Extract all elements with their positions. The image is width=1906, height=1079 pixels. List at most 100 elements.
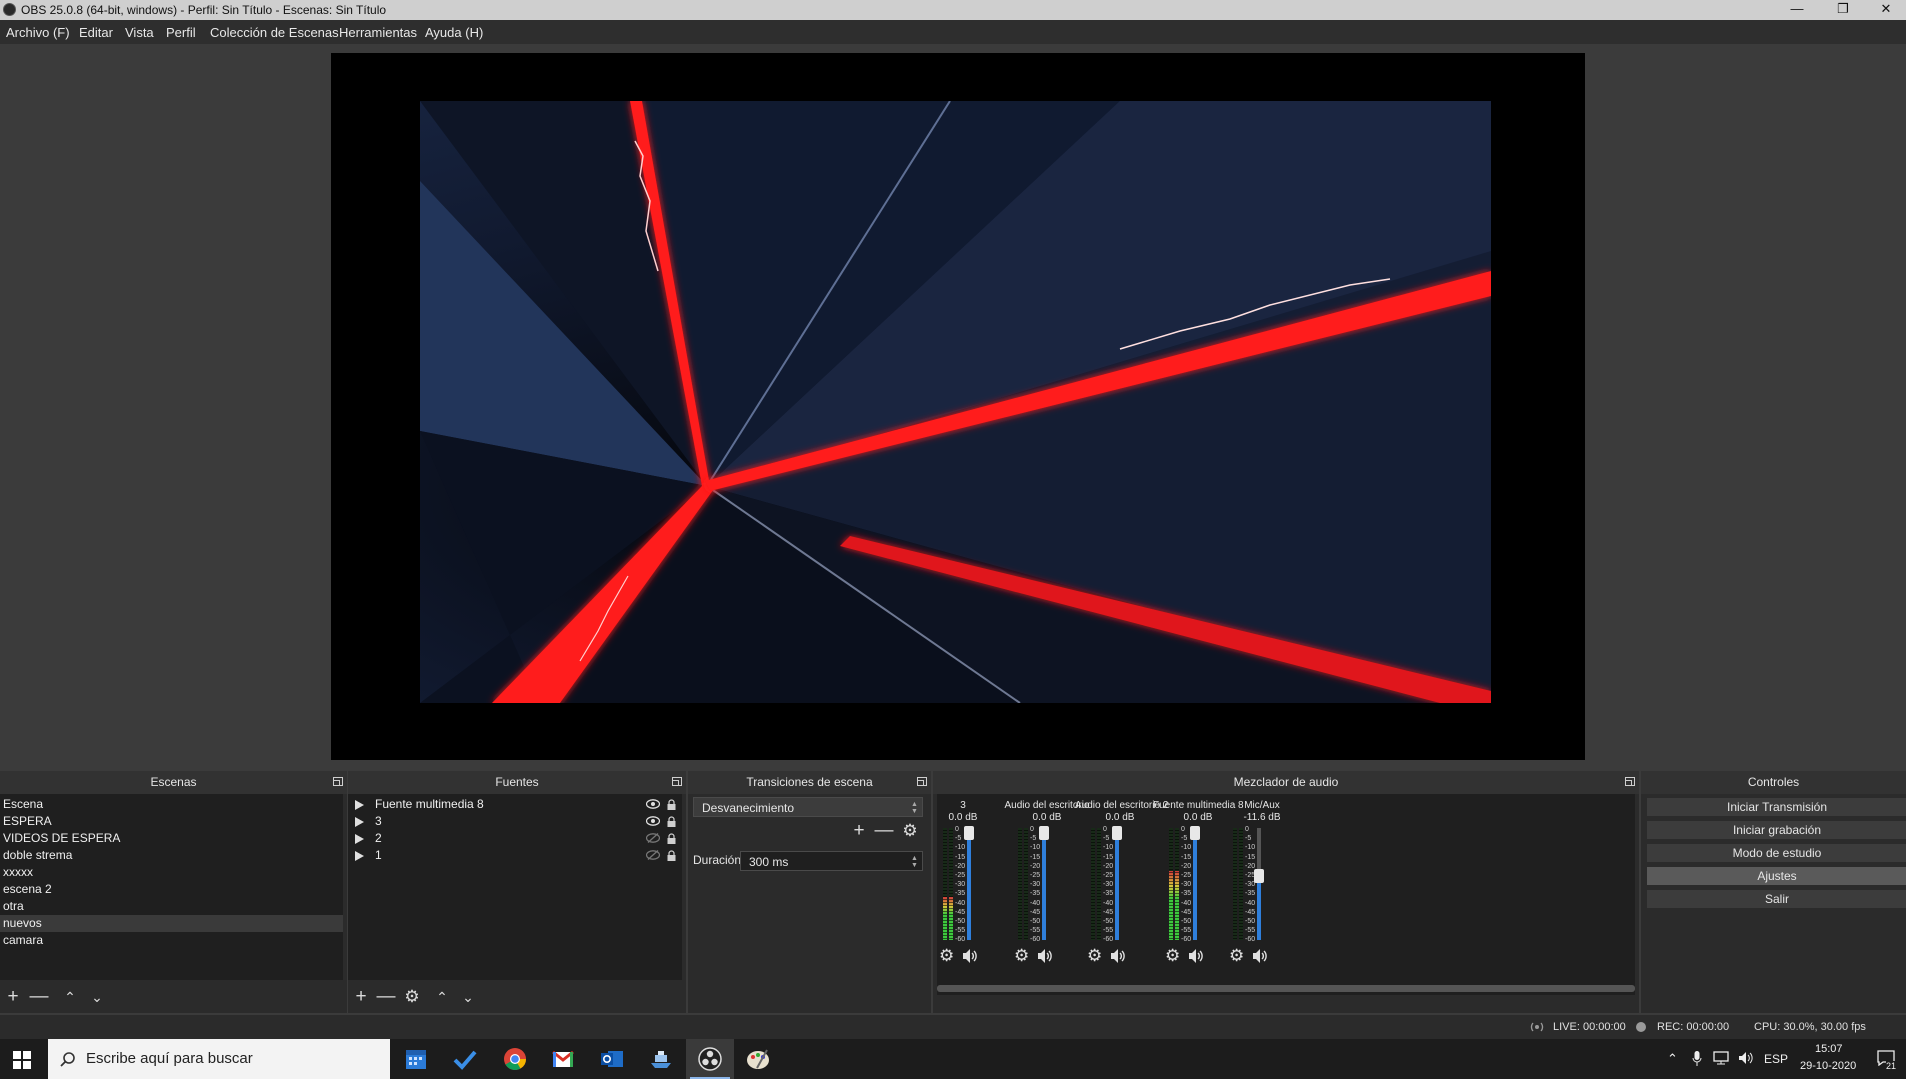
menu-ayuda[interactable]: Ayuda (H) bbox=[425, 25, 483, 40]
mixer-scrollbar[interactable] bbox=[937, 985, 1635, 992]
clock-time[interactable]: 15:07 bbox=[1815, 1043, 1843, 1055]
scene-item-selected[interactable]: nuevos bbox=[0, 915, 343, 932]
channel-gear-icon[interactable]: ⚙ bbox=[1165, 947, 1183, 965]
fader-handle[interactable] bbox=[964, 826, 974, 840]
volume-fader[interactable] bbox=[964, 826, 974, 940]
fader-handle[interactable] bbox=[1190, 826, 1200, 840]
play-icon[interactable] bbox=[355, 800, 364, 810]
play-icon[interactable] bbox=[355, 817, 364, 827]
exit-button[interactable]: Salir bbox=[1647, 890, 1906, 908]
lock-icon[interactable] bbox=[666, 799, 677, 810]
lock-icon[interactable] bbox=[666, 833, 677, 844]
move-source-up-button[interactable]: ⌃ bbox=[432, 987, 452, 1007]
move-source-down-button[interactable]: ⌄ bbox=[458, 987, 478, 1007]
transition-gear-icon[interactable]: ⚙ bbox=[900, 821, 920, 841]
source-item[interactable]: 2 bbox=[348, 830, 682, 847]
source-item[interactable]: 3 bbox=[348, 813, 682, 830]
obs-taskbar-active[interactable] bbox=[686, 1039, 734, 1079]
speaker-icon[interactable] bbox=[1187, 947, 1205, 965]
add-transition-button[interactable]: + bbox=[849, 821, 869, 841]
menu-vista[interactable]: Vista bbox=[125, 25, 154, 40]
scale-tick-label: -35 bbox=[1030, 890, 1041, 898]
remove-transition-button[interactable]: — bbox=[874, 821, 894, 841]
scene-item[interactable]: camara bbox=[0, 932, 343, 949]
fader-handle[interactable] bbox=[1254, 868, 1264, 883]
menu-coleccion-escenas[interactable]: Colección de Escenas bbox=[210, 25, 339, 40]
channel-gear-icon[interactable]: ⚙ bbox=[1014, 947, 1032, 965]
remove-scene-button[interactable]: — bbox=[29, 987, 49, 1007]
menu-herramientas[interactable]: Herramientas bbox=[339, 25, 417, 40]
volume-fader[interactable] bbox=[1112, 826, 1122, 940]
channel-gear-icon[interactable]: ⚙ bbox=[1229, 947, 1247, 965]
calendar-app-icon[interactable] bbox=[403, 1046, 429, 1072]
fader-handle[interactable] bbox=[1112, 826, 1122, 840]
eye-icon[interactable] bbox=[646, 816, 660, 826]
move-scene-up-button[interactable]: ⌃ bbox=[60, 987, 80, 1007]
fader-handle[interactable] bbox=[1039, 826, 1049, 840]
broadcast-icon bbox=[1530, 1022, 1544, 1032]
settings-button[interactable]: Ajustes bbox=[1647, 867, 1906, 885]
source-properties-gear-icon[interactable]: ⚙ bbox=[402, 987, 422, 1007]
undock-icon[interactable] bbox=[917, 777, 927, 786]
scene-item[interactable]: ESPERA bbox=[0, 813, 343, 830]
speaker-icon[interactable] bbox=[961, 947, 979, 965]
menu-perfil[interactable]: Perfil bbox=[166, 25, 196, 40]
play-icon[interactable] bbox=[355, 834, 364, 844]
scene-item[interactable]: Escena bbox=[0, 796, 343, 813]
clock-date[interactable]: 29-10-2020 bbox=[1800, 1060, 1856, 1072]
start-streaming-button[interactable]: Iniciar Transmisión bbox=[1647, 798, 1906, 816]
spinner-icon[interactable]: ▲ ▼ bbox=[910, 855, 919, 869]
undock-icon[interactable] bbox=[333, 777, 343, 786]
minimize-button[interactable]: — bbox=[1774, 0, 1820, 20]
scene-item[interactable]: doble strema bbox=[0, 847, 343, 864]
source-item[interactable]: 1 bbox=[348, 847, 682, 864]
app-icon-ship[interactable] bbox=[648, 1046, 674, 1072]
eye-hidden-icon[interactable] bbox=[646, 833, 660, 843]
start-recording-button[interactable]: Iniciar grabación bbox=[1647, 821, 1906, 839]
menu-editar[interactable]: Editar bbox=[79, 25, 113, 40]
volume-fader[interactable] bbox=[1190, 826, 1200, 940]
windows-start-icon[interactable] bbox=[13, 1051, 31, 1069]
move-scene-down-button[interactable]: ⌄ bbox=[87, 987, 107, 1007]
taskbar-search-box[interactable]: Escribe aquí para buscar bbox=[48, 1039, 390, 1079]
remove-source-button[interactable]: — bbox=[376, 987, 396, 1007]
menu-archivo[interactable]: Archivo (F) bbox=[6, 25, 70, 40]
tray-expand-icon[interactable]: ⌃ bbox=[1667, 1051, 1678, 1067]
language-indicator[interactable]: ESP bbox=[1764, 1052, 1788, 1066]
preview-canvas[interactable] bbox=[331, 53, 1585, 760]
undock-icon[interactable] bbox=[672, 777, 682, 786]
play-icon[interactable] bbox=[355, 851, 364, 861]
scene-item[interactable]: escena 2 bbox=[0, 881, 343, 898]
scene-item[interactable]: VIDEOS DE ESPERA bbox=[0, 830, 343, 847]
source-item[interactable]: Fuente multimedia 8 bbox=[348, 796, 682, 813]
duration-input[interactable]: 300 ms ▲ ▼ bbox=[740, 851, 923, 871]
network-icon[interactable] bbox=[1713, 1051, 1729, 1065]
volume-fader[interactable] bbox=[1039, 826, 1049, 940]
scene-item[interactable]: otra bbox=[0, 898, 343, 915]
lock-icon[interactable] bbox=[666, 816, 677, 827]
eye-icon[interactable] bbox=[646, 799, 660, 809]
speaker-icon[interactable] bbox=[1109, 947, 1127, 965]
scene-item[interactable]: xxxxx bbox=[0, 864, 343, 881]
speaker-icon[interactable] bbox=[1251, 947, 1269, 965]
outlook-app-icon[interactable] bbox=[599, 1046, 625, 1072]
restore-button[interactable]: ❐ bbox=[1820, 0, 1866, 20]
gmail-app-icon[interactable] bbox=[550, 1046, 576, 1072]
add-scene-button[interactable]: + bbox=[3, 987, 23, 1007]
close-button[interactable]: ✕ bbox=[1866, 0, 1906, 20]
paint-app-icon[interactable] bbox=[745, 1046, 771, 1072]
speaker-icon[interactable] bbox=[1036, 947, 1054, 965]
add-source-button[interactable]: + bbox=[351, 987, 371, 1007]
channel-gear-icon[interactable]: ⚙ bbox=[1087, 947, 1105, 965]
chrome-app-icon[interactable] bbox=[502, 1046, 528, 1072]
microphone-icon[interactable] bbox=[1692, 1051, 1702, 1067]
volume-icon[interactable] bbox=[1738, 1051, 1754, 1065]
lock-icon[interactable] bbox=[666, 850, 677, 861]
studio-mode-button[interactable]: Modo de estudio bbox=[1647, 844, 1906, 862]
undock-icon[interactable] bbox=[1625, 777, 1635, 786]
eye-hidden-icon[interactable] bbox=[646, 850, 660, 860]
channel-gear-icon[interactable]: ⚙ bbox=[939, 947, 957, 965]
volume-fader[interactable] bbox=[1254, 828, 1264, 940]
todo-app-icon[interactable] bbox=[452, 1046, 478, 1072]
transition-select[interactable]: Desvanecimiento ▲ ▼ bbox=[693, 797, 923, 817]
